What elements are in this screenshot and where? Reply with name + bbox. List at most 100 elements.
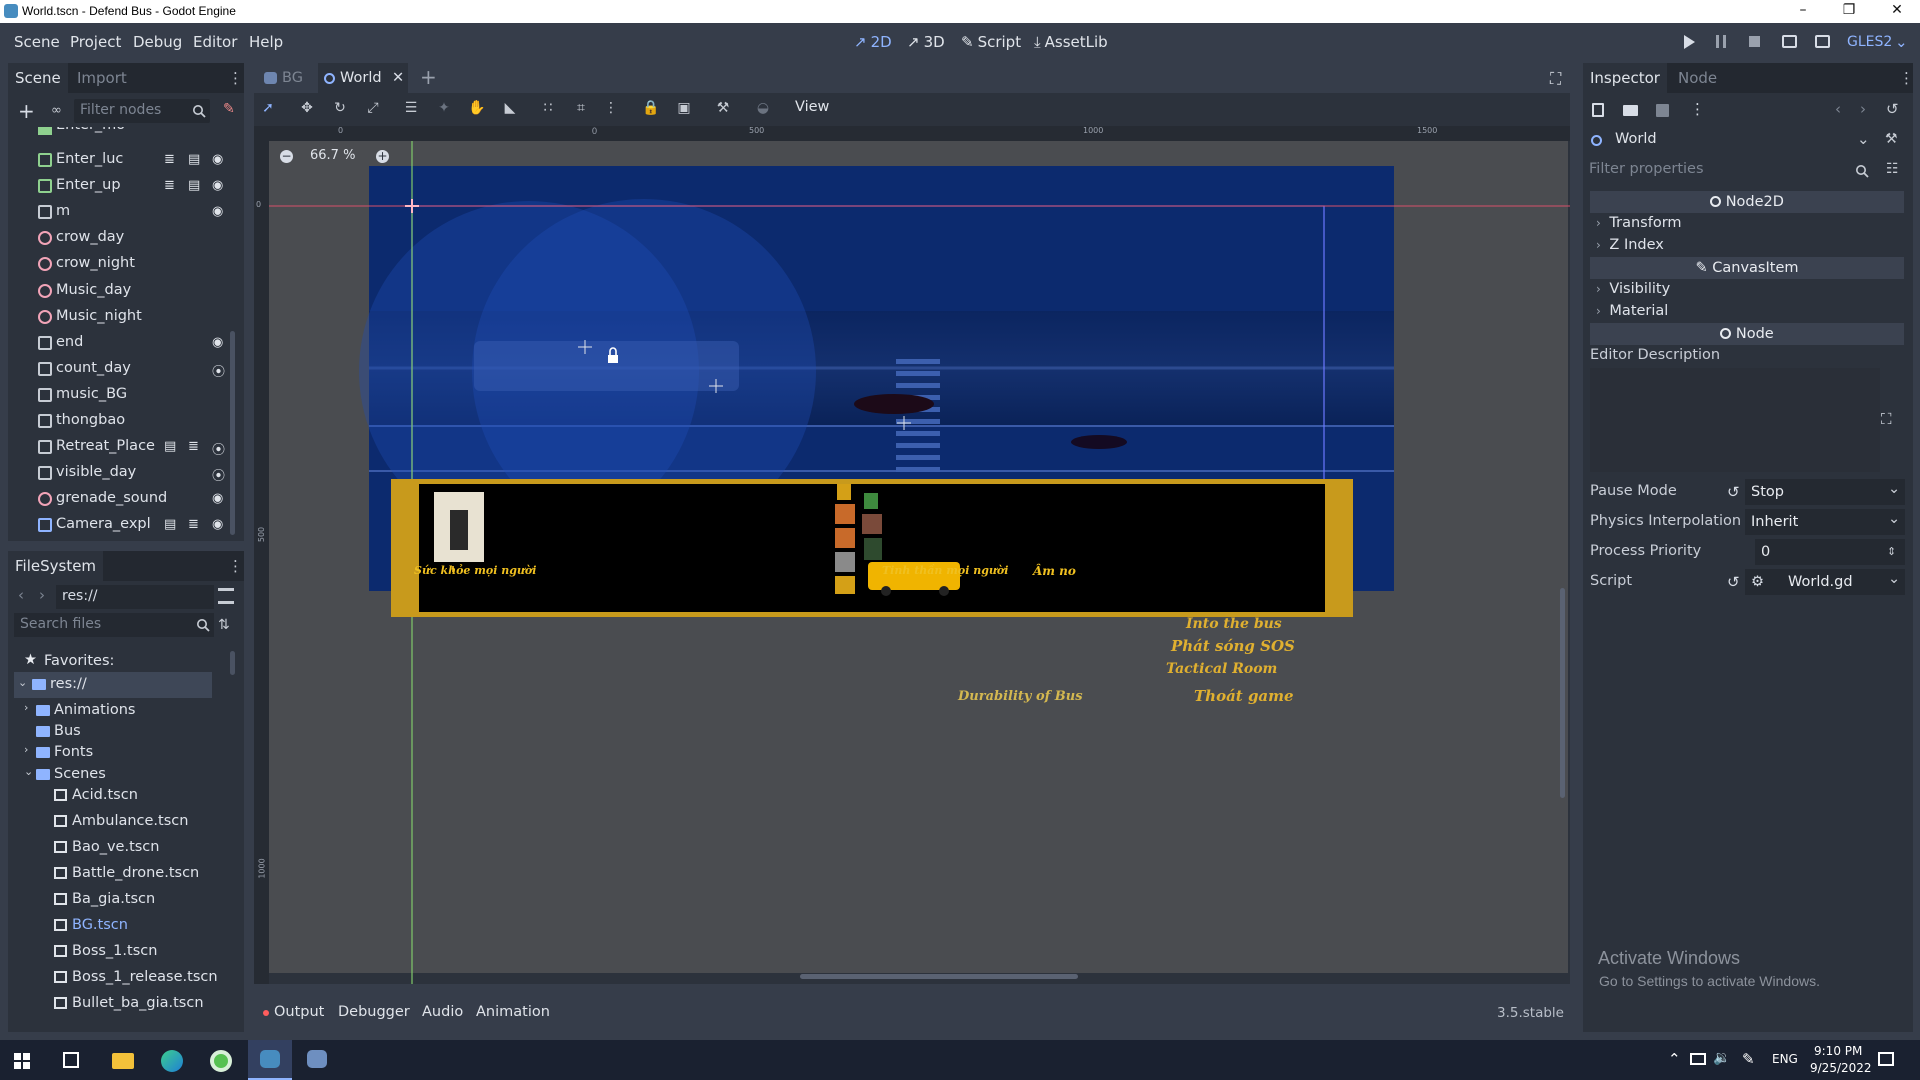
- file-row[interactable]: Bullet_ba_gia.tscn: [8, 991, 228, 1017]
- file-row[interactable]: Ba_gia.tscn: [8, 887, 228, 913]
- more-options-icon[interactable]: ⋮: [1690, 100, 1705, 118]
- menu-debug[interactable]: Debug: [133, 33, 182, 51]
- group-icon[interactable]: ▣: [673, 97, 695, 119]
- stop-button[interactable]: [1749, 36, 1760, 47]
- play-button[interactable]: [1684, 35, 1695, 49]
- viewport-vscrollbar[interactable]: [1560, 588, 1565, 798]
- history-forward-icon[interactable]: ›: [1860, 100, 1866, 118]
- tree-row-node[interactable]: grenade_sound ◉: [8, 486, 228, 512]
- new-resource-icon[interactable]: [1592, 103, 1604, 117]
- tab-inspector[interactable]: Inspector: [1583, 63, 1667, 93]
- open-folder-icon[interactable]: [1623, 105, 1638, 116]
- property-filter-options-icon[interactable]: ☷: [1886, 161, 1899, 177]
- windows-start-icon[interactable]: [14, 1053, 30, 1069]
- ruler-tool-icon[interactable]: ◣: [499, 97, 521, 119]
- path-field[interactable]: res://: [56, 585, 214, 609]
- pause-mode-select[interactable]: Stop ⌄: [1745, 479, 1905, 505]
- save-icon[interactable]: [1656, 104, 1669, 117]
- workspace-script-button[interactable]: ✎ Script: [961, 33, 1021, 51]
- script-icon[interactable]: ≣: [164, 178, 179, 193]
- godot-taskbar-button[interactable]: [248, 1040, 292, 1080]
- grid-snap-icon[interactable]: ⌗: [570, 97, 592, 119]
- pen-icon[interactable]: ✎: [1742, 1050, 1755, 1068]
- file-row[interactable]: Battle_drone.tscn: [8, 861, 228, 887]
- chevron-up-icon[interactable]: ⌃: [1668, 1050, 1681, 1068]
- tab-output[interactable]: Output: [274, 1004, 324, 1020]
- task-view-icon[interactable]: [63, 1052, 79, 1068]
- forward-icon[interactable]: ›: [39, 586, 45, 604]
- skeleton-icon[interactable]: ⚒: [712, 97, 734, 119]
- split-view-icon[interactable]: [218, 588, 234, 604]
- menu-help[interactable]: Help: [249, 33, 283, 51]
- tree-row-node[interactable]: Music_night: [8, 304, 228, 330]
- tree-row-node[interactable]: Camera_expl ▤ ≣ ◉: [8, 512, 228, 538]
- menu-scene[interactable]: Scene: [14, 33, 60, 51]
- select-tool-icon[interactable]: ➚: [257, 97, 279, 119]
- file-row[interactable]: Boss_1_release.tscn: [8, 965, 228, 991]
- tree-row-node[interactable]: end ◉: [8, 330, 228, 356]
- root-folder-row[interactable]: ⌄ res://: [14, 672, 212, 698]
- filter-nodes-input[interactable]: Filter nodes: [74, 99, 210, 123]
- link-icon[interactable]: ∞: [51, 103, 62, 118]
- tree-row-node[interactable]: m ◉: [8, 199, 228, 225]
- tree-row-node[interactable]: Music_day: [8, 278, 228, 304]
- filter-properties-input[interactable]: Filter properties: [1587, 158, 1874, 184]
- pause-button[interactable]: [1716, 35, 1726, 48]
- lock-icon[interactable]: 🔒: [640, 97, 662, 119]
- zoom-in-button[interactable]: +: [376, 150, 389, 163]
- group-icon[interactable]: ▤: [164, 439, 179, 454]
- revert-icon[interactable]: ↺: [1727, 573, 1740, 591]
- group-icon[interactable]: ▤: [188, 152, 203, 167]
- expand-icon[interactable]: ⛶: [1881, 410, 1892, 428]
- dock-menu-icon[interactable]: ⋮: [228, 557, 243, 575]
- tab-filesystem[interactable]: FileSystem: [8, 551, 104, 581]
- close-window-button[interactable]: ✕: [1874, 0, 1920, 23]
- zoom-out-button[interactable]: −: [280, 150, 293, 163]
- play-custom-scene-button[interactable]: [1815, 35, 1830, 48]
- sort-icon[interactable]: ⇅: [218, 617, 230, 633]
- new-tab-button[interactable]: +: [420, 65, 437, 89]
- script-icon[interactable]: ≣: [188, 439, 203, 454]
- camera-override-icon[interactable]: ◒: [752, 97, 774, 119]
- clock-time[interactable]: 9:10 PM: [1814, 1044, 1862, 1058]
- menu-project[interactable]: Project: [70, 33, 121, 51]
- tab-import[interactable]: Import: [70, 63, 134, 93]
- menu-editor[interactable]: Editor: [193, 33, 237, 51]
- tree-row-node[interactable]: visible_day ⦿: [8, 460, 228, 486]
- script-attach-icon[interactable]: ✎: [223, 101, 235, 117]
- zoom-level[interactable]: 66.7 %: [310, 148, 355, 163]
- snap-options-icon[interactable]: ⋮: [600, 97, 622, 119]
- quit-game-option[interactable]: Thoát game: [1194, 687, 1294, 705]
- group-zindex[interactable]: › Z Index: [1590, 237, 1664, 253]
- dock-menu-icon[interactable]: ⋮: [1899, 69, 1914, 87]
- restore-button[interactable]: ❐: [1826, 0, 1872, 23]
- search-files-input[interactable]: Search files: [14, 613, 214, 637]
- renderer-label[interactable]: GLES2: [1847, 34, 1892, 50]
- minimize-button[interactable]: –: [1780, 0, 1826, 23]
- visibility-icon[interactable]: ◉: [212, 204, 227, 219]
- tab-scene[interactable]: Scene: [8, 63, 68, 93]
- object-properties-icon[interactable]: ⚒: [1885, 131, 1898, 147]
- into-bus-option[interactable]: Into the bus: [1186, 616, 1282, 632]
- editor-description-field[interactable]: [1590, 368, 1880, 472]
- tab-bg-scene[interactable]: BG: [258, 63, 314, 93]
- physics-interp-select[interactable]: Inherit ⌄: [1745, 509, 1905, 535]
- tree-row-node[interactable]: Retreat_Place ▤ ≣ ⦿: [8, 434, 228, 460]
- file-row[interactable]: Bao_ve.tscn: [8, 835, 228, 861]
- group-icon[interactable]: ▤: [164, 517, 179, 532]
- add-node-button[interactable]: +: [18, 99, 35, 123]
- group-visibility[interactable]: › Visibility: [1590, 281, 1670, 297]
- distraction-free-icon[interactable]: ⛶: [1550, 69, 1561, 89]
- notification-icon[interactable]: [1878, 1052, 1894, 1066]
- edge-icon[interactable]: [161, 1050, 183, 1072]
- pan-tool-icon[interactable]: ✋: [466, 97, 488, 119]
- history-icon[interactable]: ↺: [1886, 100, 1899, 118]
- tab-animation[interactable]: Animation: [476, 1004, 550, 1020]
- script-icon[interactable]: ≣: [164, 152, 179, 167]
- tree-row-node[interactable]: music_BG: [8, 382, 228, 408]
- play-scene-button[interactable]: [1782, 35, 1797, 48]
- chrome-icon[interactable]: [210, 1050, 232, 1072]
- list-select-icon[interactable]: ☰: [400, 97, 422, 119]
- group-transform[interactable]: › Transform: [1590, 215, 1682, 231]
- workspace-2d-button[interactable]: ↗ 2D: [854, 33, 892, 51]
